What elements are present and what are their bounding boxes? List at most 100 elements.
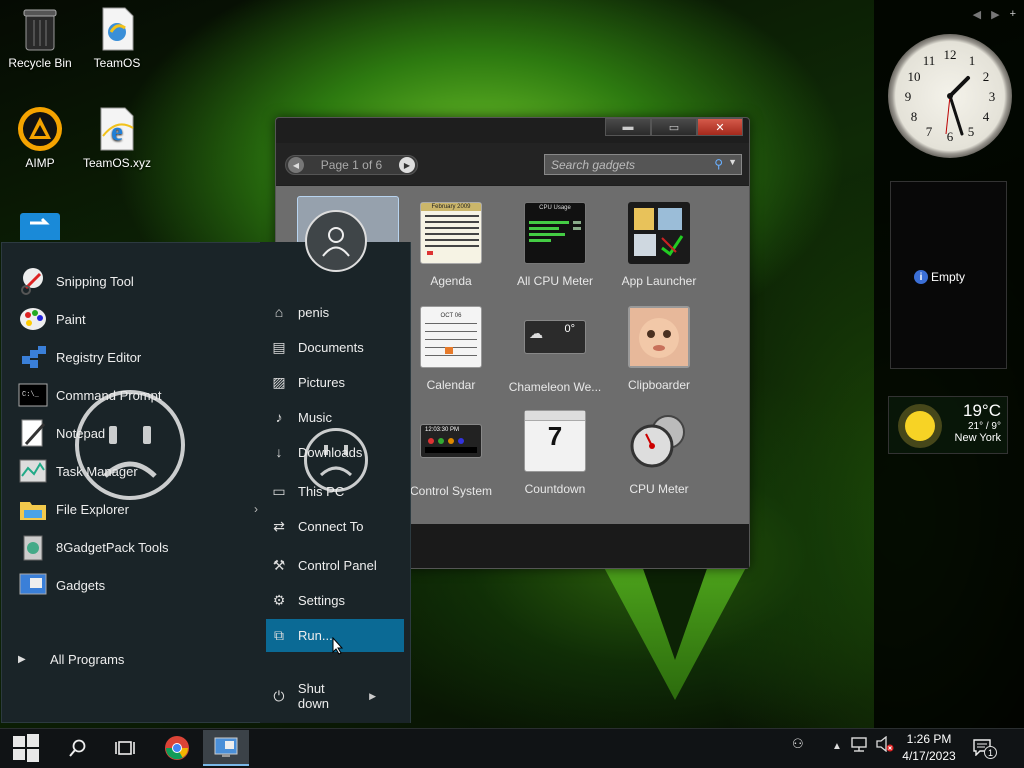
weather-range: 21° / 9°	[967, 421, 1001, 432]
link-user-folder[interactable]: ⌂ penis	[270, 300, 404, 324]
all-programs-label: All Programs	[50, 651, 125, 667]
gadget-item-chameleon-weather[interactable]: ☁ 0° Chameleon We...	[505, 306, 605, 394]
chevron-up-icon[interactable]: ▲	[832, 741, 842, 752]
desktop-icon-aimp[interactable]: AIMP	[0, 106, 80, 170]
link-control-panel[interactable]: ⚒ Control Panel	[270, 553, 404, 577]
notepad-icon	[18, 418, 48, 448]
gadget-item-app-launcher[interactable]: App Launcher	[609, 202, 709, 288]
taskbar-chrome[interactable]	[156, 730, 198, 766]
people-icon[interactable]: ⚇	[792, 736, 804, 752]
link-label: This PC	[298, 483, 345, 499]
task-view-button[interactable]	[105, 730, 145, 766]
all-programs-button[interactable]: ▶ All Programs	[18, 644, 258, 674]
music-icon: ♪	[275, 409, 283, 425]
gadget-item-clipboarder[interactable]: Clipboarder	[609, 306, 709, 392]
countdown-thumbnail: 7	[524, 410, 586, 472]
window-controls: ▬ ▭ ✕	[605, 118, 743, 136]
program-gadgetpack-tools[interactable]: 8GadgetPack Tools	[18, 532, 258, 562]
gadget-item-control-system[interactable]: 12:03:30 PM Control System	[401, 410, 501, 498]
cpu-meter-thumbnail: CPU Usage	[524, 202, 586, 264]
weather-gadget[interactable]: 19°C 21° / 9° New York	[888, 396, 1008, 454]
connect-icon: ⇄	[273, 517, 285, 534]
clock-hands	[945, 76, 970, 136]
search-button[interactable]	[58, 730, 98, 766]
link-label: Downloads	[298, 444, 363, 460]
link-label: Control Panel	[298, 557, 377, 573]
program-label: Snipping Tool	[56, 273, 134, 289]
network-icon[interactable]	[850, 736, 868, 755]
link-label: Run...	[298, 628, 333, 643]
link-connect-to[interactable]: ⇄ Connect To	[270, 514, 404, 538]
link-label: Documents	[298, 339, 364, 355]
gadget-item-cpu-meter[interactable]: CPU Meter	[609, 410, 709, 496]
taskbar-gadgets[interactable]	[203, 730, 249, 766]
gadget-item-all-cpu-meter[interactable]: CPU Usage All CPU Meter	[505, 202, 605, 288]
clock-gadget[interactable]: 12 1 2 3 4 5 6 7 8 9 10 11	[888, 34, 1012, 158]
desktop-icon-label: TeamOS.xyz	[82, 156, 151, 170]
user-folder-icon: ⌂	[274, 304, 284, 320]
svg-text:e: e	[111, 117, 123, 146]
sidebar-next-icon[interactable]: ▶	[991, 8, 999, 21]
desktop-icon-recycle-bin[interactable]: Recycle Bin	[0, 6, 80, 70]
info-icon: i	[914, 270, 928, 284]
previous-page-button[interactable]: ◀	[288, 157, 304, 173]
windows-logo-icon	[13, 734, 39, 762]
gadget-label: Chameleon We...	[508, 380, 602, 394]
link-pictures[interactable]: ▨ Pictures	[270, 370, 404, 394]
search-icon[interactable]: ⚲	[714, 157, 723, 171]
close-button[interactable]: ✕	[697, 118, 743, 136]
sidebar-prev-icon[interactable]: ◀	[973, 8, 981, 21]
link-settings[interactable]: ⚙ Settings	[270, 588, 404, 612]
link-music[interactable]: ♪ Music	[270, 405, 404, 429]
desktop-icon-partial[interactable]	[0, 206, 80, 240]
link-this-pc[interactable]: ▭ This PC	[270, 479, 404, 503]
shutdown-options-icon[interactable]: ▶	[369, 691, 376, 702]
user-avatar[interactable]	[305, 210, 367, 272]
action-center-button[interactable]: 1	[972, 738, 997, 759]
link-downloads[interactable]: ↓ Downloads	[270, 440, 404, 464]
internet-explorer-icon: e	[94, 106, 140, 152]
gadgetpack-tools-icon	[18, 532, 48, 562]
clock-date: 4/17/2023	[902, 749, 956, 763]
documents-icon: ▤	[272, 338, 286, 355]
minimize-button[interactable]: ▬	[605, 118, 651, 136]
maximize-button[interactable]: ▭	[651, 118, 697, 136]
svg-text:C:\_: C:\_	[22, 391, 40, 399]
program-snipping-tool[interactable]: Snipping Tool	[18, 266, 258, 296]
empty-text: Empty	[931, 270, 966, 284]
mouse-cursor-icon	[332, 636, 344, 660]
shutdown-button[interactable]: ⏻ Shut down ▶	[270, 681, 404, 711]
shortcut-icon	[17, 206, 63, 240]
start-button[interactable]	[4, 730, 48, 766]
program-paint[interactable]: Paint	[18, 304, 258, 334]
gadget-search-input[interactable]: Search gadgets ⚲ ▼	[544, 154, 742, 175]
gadget-label: CPU Meter	[629, 482, 689, 496]
task-manager-icon	[18, 456, 48, 486]
power-icon: ⏻	[273, 687, 285, 704]
gadgets-icon	[214, 737, 238, 757]
chevron-right-icon[interactable]: ›	[254, 502, 258, 516]
sidebar-add-icon[interactable]: +	[1010, 8, 1016, 21]
sun-icon	[898, 404, 942, 448]
document-icon	[94, 6, 140, 52]
desktop-icon-label: TeamOS	[93, 56, 141, 70]
gadget-item-calendar[interactable]: OCT 06 Calendar	[401, 306, 501, 392]
gadget-item-agenda[interactable]: February 2009 Agenda	[401, 202, 501, 288]
cpu-meter-gauge-thumbnail	[628, 410, 690, 472]
link-label: Settings	[298, 592, 345, 608]
desktop-icon-teamos-xyz[interactable]: e TeamOS.xyz	[77, 106, 157, 170]
taskbar-clock[interactable]: 1:26 PM 4/17/2023	[900, 731, 958, 765]
next-page-button[interactable]: ▶	[398, 157, 415, 173]
program-gadgets[interactable]: Gadgets	[18, 570, 258, 600]
program-registry-editor[interactable]: Registry Editor	[18, 342, 258, 372]
link-documents[interactable]: ▤ Documents	[270, 335, 404, 359]
desktop-icon-teamos[interactable]: TeamOS	[77, 6, 157, 70]
empty-gadget-label: i Empty	[914, 270, 965, 284]
volume-muted-icon[interactable]	[875, 735, 895, 755]
gadget-label: Calendar	[426, 378, 476, 392]
chevron-down-icon[interactable]: ▼	[728, 157, 737, 167]
chameleon-weather-thumbnail: ☁ 0°	[524, 320, 586, 354]
gadget-item-countdown[interactable]: 7 Countdown	[505, 410, 605, 496]
program-label: Gadgets	[56, 577, 106, 593]
clipboarder-thumbnail	[628, 306, 690, 368]
